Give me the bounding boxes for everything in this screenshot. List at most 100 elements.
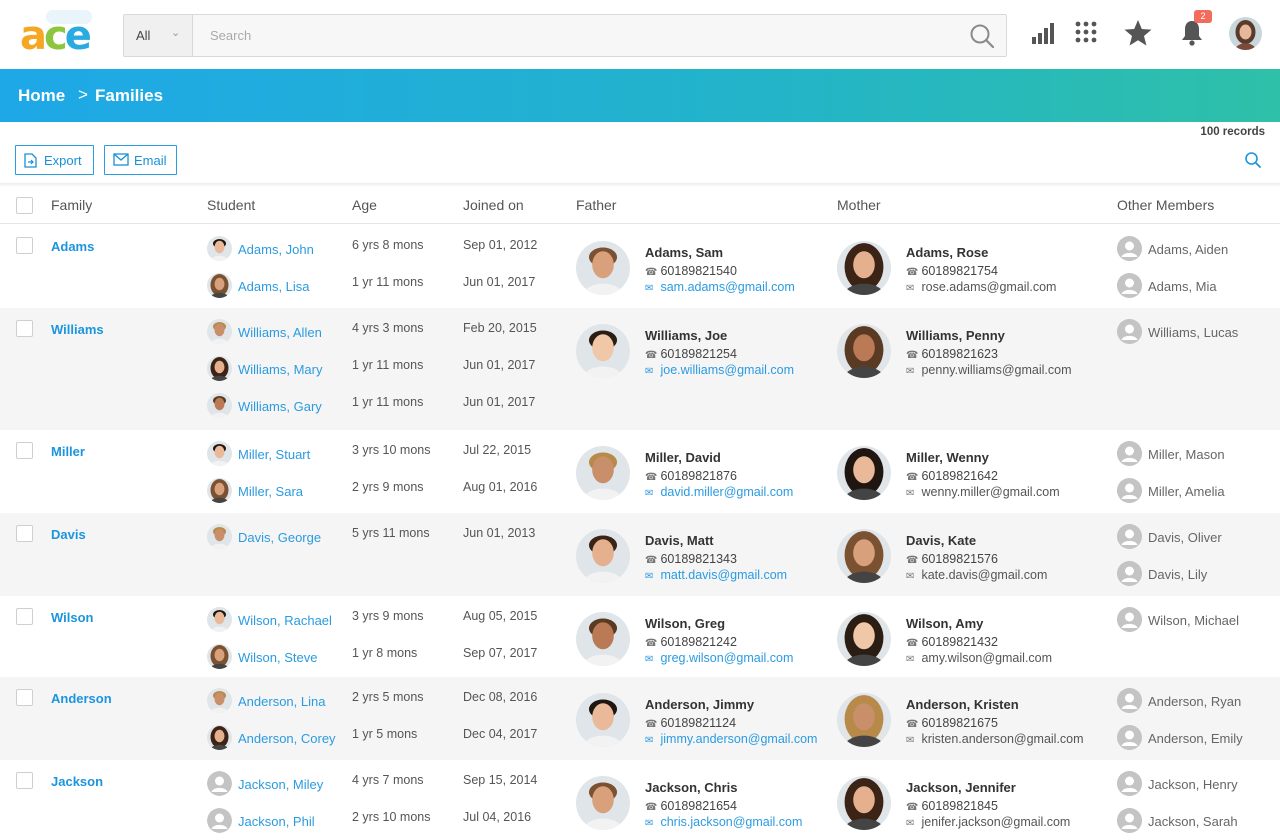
other-member-name[interactable]: Davis, Lily — [1148, 567, 1207, 582]
father-name[interactable]: Jackson, Chris — [645, 780, 738, 795]
table-row[interactable]: Miller Miller, Stuart 3 yrs 10 mons Jul 22… — [0, 430, 1280, 513]
export-button[interactable]: Export — [15, 145, 94, 175]
mother-name[interactable]: Anderson, Kristen — [906, 697, 1019, 712]
student-name-link[interactable]: Adams, John — [238, 242, 314, 257]
father-email-address[interactable]: chris.jackson@gmail.com — [660, 815, 802, 829]
other-member-name[interactable]: Anderson, Ryan — [1148, 694, 1241, 709]
student-name-link[interactable]: Davis, George — [238, 530, 321, 545]
other-member-name[interactable]: Wilson, Michael — [1148, 613, 1239, 628]
family-name-link[interactable]: Miller — [51, 444, 85, 459]
father-contact: Davis, Matt ☎ 60189821343 ✉ matt.davis@gma… — [576, 529, 831, 585]
other-member-name[interactable]: Anderson, Emily — [1148, 731, 1243, 746]
student-name-link[interactable]: Jackson, Miley — [238, 777, 323, 792]
father-name[interactable]: Wilson, Greg — [645, 616, 725, 631]
other-member-name[interactable]: Miller, Mason — [1148, 447, 1225, 462]
grid-apps-icon[interactable] — [1071, 18, 1101, 48]
mother-name[interactable]: Wilson, Amy — [906, 616, 983, 631]
column-header-student[interactable]: Student — [207, 197, 255, 213]
family-name-link[interactable]: Anderson — [51, 691, 112, 706]
father-email-address[interactable]: joe.williams@gmail.com — [660, 363, 794, 377]
select-all-checkbox[interactable] — [16, 197, 33, 214]
mother-name[interactable]: Miller, Wenny — [906, 450, 989, 465]
student-name-link[interactable]: Adams, Lisa — [238, 279, 310, 294]
row-checkbox[interactable] — [16, 237, 33, 254]
toolbar-divider — [0, 183, 1280, 187]
family-name-link[interactable]: Jackson — [51, 774, 103, 789]
other-member-name[interactable]: Miller, Amelia — [1148, 484, 1225, 499]
search-icon[interactable] — [968, 22, 996, 50]
father-email-address[interactable]: jimmy.anderson@gmail.com — [660, 732, 817, 746]
student-joined-date: Jul 04, 2016 — [463, 810, 532, 824]
user-avatar[interactable] — [1229, 17, 1262, 50]
column-header-age[interactable]: Age — [352, 197, 377, 213]
student-name-link[interactable]: Miller, Stuart — [238, 447, 310, 462]
other-member-name[interactable]: Adams, Aiden — [1148, 242, 1228, 257]
family-name-link[interactable]: Williams — [51, 322, 104, 337]
search-scope-select[interactable]: All ⌄ — [124, 15, 193, 56]
table-search-icon[interactable] — [1244, 151, 1262, 169]
bar-chart-icon[interactable] — [1028, 18, 1058, 48]
table-row[interactable]: Anderson Anderson, Lina 2 yrs 5 mons Dec 0… — [0, 677, 1280, 760]
student-name-link[interactable]: Williams, Mary — [238, 362, 323, 377]
father-email[interactable]: ✉ david.miller@gmail.com — [645, 485, 793, 499]
mother-name[interactable]: Adams, Rose — [906, 245, 988, 260]
row-checkbox[interactable] — [16, 689, 33, 706]
column-header-joined[interactable]: Joined on — [463, 197, 524, 213]
table-row[interactable]: Davis Davis, George 5 yrs 11 mons Jun 01, … — [0, 513, 1280, 596]
father-name[interactable]: Anderson, Jimmy — [645, 697, 754, 712]
student-name-link[interactable]: Wilson, Rachael — [238, 613, 332, 628]
row-checkbox[interactable] — [16, 320, 33, 337]
row-checkbox[interactable] — [16, 442, 33, 459]
column-header-father[interactable]: Father — [576, 197, 616, 213]
father-name[interactable]: Davis, Matt — [645, 533, 714, 548]
other-member-name[interactable]: Davis, Oliver — [1148, 530, 1222, 545]
father-email[interactable]: ✉ greg.wilson@gmail.com — [645, 651, 793, 665]
column-header-other-members[interactable]: Other Members — [1117, 197, 1214, 213]
student-name-link[interactable]: Jackson, Phil — [238, 814, 315, 829]
other-member-name[interactable]: Jackson, Henry — [1148, 777, 1238, 792]
column-header-mother[interactable]: Mother — [837, 197, 881, 213]
father-email[interactable]: ✉ matt.davis@gmail.com — [645, 568, 787, 582]
father-email-address[interactable]: david.miller@gmail.com — [660, 485, 793, 499]
father-email[interactable]: ✉ sam.adams@gmail.com — [645, 280, 795, 294]
search-input[interactable] — [194, 15, 954, 56]
student-joined-date: Aug 05, 2015 — [463, 609, 538, 623]
father-email-address[interactable]: matt.davis@gmail.com — [660, 568, 787, 582]
mother-name[interactable]: Davis, Kate — [906, 533, 976, 548]
father-name[interactable]: Miller, David — [645, 450, 721, 465]
father-email[interactable]: ✉ joe.williams@gmail.com — [645, 363, 794, 377]
mother-name[interactable]: Jackson, Jennifer — [906, 780, 1016, 795]
table-row[interactable]: Jackson Jackson, Miley 4 yrs 7 mons Sep 15,… — [0, 760, 1280, 840]
student-name-link[interactable]: Anderson, Corey — [238, 731, 336, 746]
mother-name[interactable]: Williams, Penny — [906, 328, 1005, 343]
column-header-family[interactable]: Family — [51, 197, 92, 213]
table-row[interactable]: Williams Williams, Allen 4 yrs 3 mons Feb … — [0, 308, 1280, 430]
student-name-link[interactable]: Williams, Gary — [238, 399, 322, 414]
student-name-link[interactable]: Williams, Allen — [238, 325, 322, 340]
father-email[interactable]: ✉ chris.jackson@gmail.com — [645, 815, 802, 829]
row-checkbox[interactable] — [16, 608, 33, 625]
table-row[interactable]: Adams Adams, John 6 yrs 8 mons Sep 01, 201… — [0, 225, 1280, 308]
email-button[interactable]: Email — [104, 145, 177, 175]
father-email-address[interactable]: greg.wilson@gmail.com — [660, 651, 793, 665]
family-name-link[interactable]: Davis — [51, 527, 86, 542]
ace-logo[interactable]: ace — [16, 10, 98, 62]
student-age: 2 yrs 9 mons — [352, 480, 424, 494]
family-name-link[interactable]: Wilson — [51, 610, 94, 625]
family-name-link[interactable]: Adams — [51, 239, 94, 254]
other-member-name[interactable]: Jackson, Sarah — [1148, 814, 1238, 829]
student-name-link[interactable]: Anderson, Lina — [238, 694, 325, 709]
student-name-link[interactable]: Wilson, Steve — [238, 650, 317, 665]
father-email-address[interactable]: sam.adams@gmail.com — [660, 280, 794, 294]
student-name-link[interactable]: Miller, Sara — [238, 484, 303, 499]
father-email[interactable]: ✉ jimmy.anderson@gmail.com — [645, 732, 817, 746]
father-name[interactable]: Williams, Joe — [645, 328, 727, 343]
breadcrumb-home[interactable]: Home — [18, 86, 65, 106]
other-member-name[interactable]: Adams, Mia — [1148, 279, 1217, 294]
table-row[interactable]: Wilson Wilson, Rachael 3 yrs 9 mons Aug 05… — [0, 596, 1280, 677]
row-checkbox[interactable] — [16, 525, 33, 542]
other-member-name[interactable]: Williams, Lucas — [1148, 325, 1238, 340]
row-checkbox[interactable] — [16, 772, 33, 789]
star-icon[interactable] — [1123, 18, 1153, 48]
father-name[interactable]: Adams, Sam — [645, 245, 723, 260]
